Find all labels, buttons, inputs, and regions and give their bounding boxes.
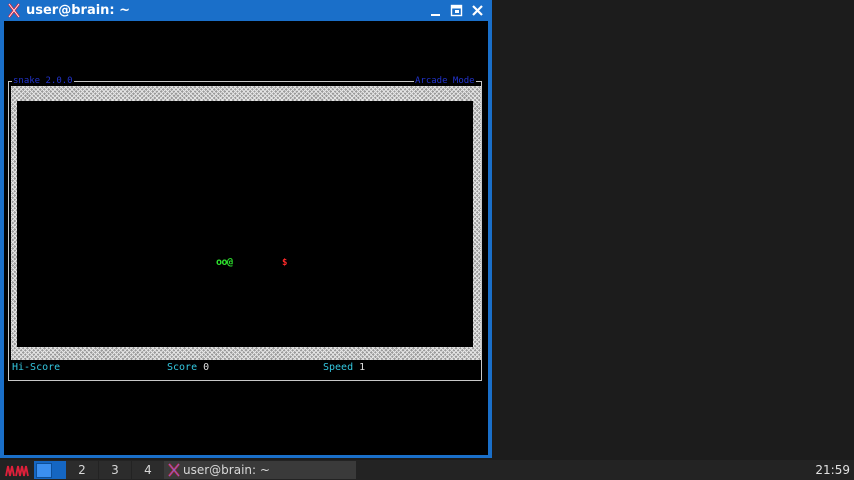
task-button-terminal[interactable]: user@brain: ~: [164, 461, 356, 479]
speed-label: Speed: [323, 362, 354, 373]
speed-display: Speed 1: [323, 362, 365, 374]
task-label: user@brain: ~: [183, 463, 270, 477]
score-display: Score 0: [167, 362, 209, 374]
score-value: 0: [203, 362, 210, 373]
score-label: Score: [167, 362, 198, 373]
jwm-menu-icon[interactable]: [4, 462, 30, 478]
arena-field: [17, 101, 473, 347]
hiscore-label: Hi-Score: [12, 362, 61, 373]
minimize-icon[interactable]: [428, 3, 443, 18]
maximize-icon[interactable]: [449, 3, 464, 18]
x-terminal-icon: [7, 3, 21, 18]
desktop: user@brain: ~ snake 2.0.0 Arcade Mode oo…: [0, 0, 854, 460]
hiscore-display: Hi-Score: [12, 362, 60, 374]
workspace-1-button[interactable]: [34, 461, 66, 479]
speed-value: 1: [359, 362, 366, 373]
snake: oo@: [216, 257, 233, 268]
window-title: user@brain: ~: [26, 3, 131, 18]
status-bar: [8, 359, 482, 381]
workspace-4-button[interactable]: 4: [132, 461, 164, 479]
workspace-2-button[interactable]: 2: [66, 461, 98, 479]
taskbar: 2 3 4 user@brain: ~ 21:59: [0, 460, 854, 480]
window-titlebar[interactable]: user@brain: ~: [0, 0, 492, 21]
food-item: $: [282, 258, 288, 268]
close-icon[interactable]: [470, 3, 485, 18]
workspace-3-button[interactable]: 3: [99, 461, 131, 479]
terminal-area[interactable]: snake 2.0.0 Arcade Mode oo@ $ Hi-Score S…: [4, 21, 488, 455]
x-terminal-icon: [168, 463, 180, 477]
workspace-window-preview: [36, 463, 52, 478]
terminal-window[interactable]: user@brain: ~ snake 2.0.0 Arcade Mode oo…: [0, 0, 492, 458]
clock[interactable]: 21:59: [815, 460, 850, 480]
